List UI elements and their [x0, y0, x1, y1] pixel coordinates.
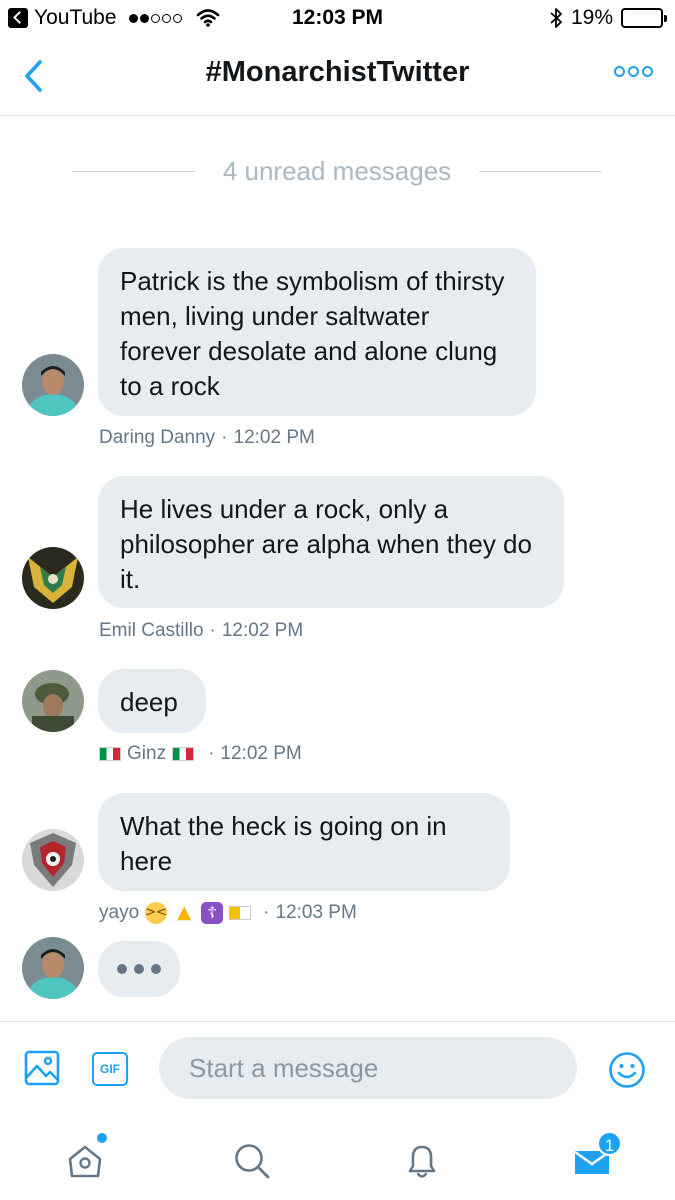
- typing-indicator: [98, 941, 180, 997]
- message-meta: yayo >< ▲ ☦ · 12:03 PM: [99, 902, 357, 924]
- more-options-icon[interactable]: [614, 66, 653, 77]
- meta-separator: ·: [263, 902, 270, 923]
- triumph-face-emoji-icon: ><: [145, 902, 168, 924]
- message-meta: Emil Castillo · 12:02 PM: [99, 620, 303, 642]
- orthodox-cross-emoji-icon: ☦: [201, 902, 224, 924]
- conversation-title: #MonarchistTwitter: [205, 56, 470, 88]
- sender-name[interactable]: Daring Danny: [99, 427, 215, 449]
- sender-name[interactable]: yayo: [99, 902, 139, 924]
- battery-percent: 19%: [570, 6, 613, 29]
- divider-line: [479, 171, 602, 172]
- conversation-header: #MonarchistTwitter: [0, 38, 675, 116]
- vatican-flag-icon: [229, 906, 252, 920]
- avatar[interactable]: [22, 829, 84, 891]
- unread-count-label: 4 unread messages: [222, 156, 452, 186]
- messages-badge: 1: [597, 1131, 622, 1156]
- message-bubble[interactable]: He lives under a rock, only a philosophe…: [98, 476, 564, 608]
- sender-name[interactable]: Ginz: [127, 743, 166, 765]
- emoji-icon[interactable]: [608, 1051, 646, 1089]
- avatar[interactable]: [22, 547, 84, 609]
- message-composer: GIF: [0, 1021, 675, 1115]
- avatar[interactable]: [22, 354, 84, 416]
- message-time: 12:02 PM: [220, 743, 302, 764]
- gif-button[interactable]: GIF: [92, 1052, 128, 1086]
- praying-hands-emoji-icon: ▲: [177, 902, 192, 923]
- bluetooth-icon: [550, 8, 562, 28]
- message-time: 12:03 PM: [275, 902, 357, 923]
- message-time: 12:02 PM: [233, 427, 315, 448]
- message-input[interactable]: [159, 1037, 577, 1099]
- tab-notifications[interactable]: [392, 1131, 452, 1191]
- tab-messages[interactable]: 1: [562, 1131, 622, 1191]
- status-right: 19%: [549, 6, 667, 30]
- status-bar: YouTube 12:03 PM 19%: [0, 0, 675, 38]
- tab-home[interactable]: [55, 1131, 115, 1191]
- sender-name[interactable]: Emil Castillo: [99, 620, 204, 642]
- search-icon: [235, 1144, 270, 1179]
- battery-icon: [621, 8, 667, 28]
- divider-line: [72, 171, 195, 172]
- message-time: 12:02 PM: [221, 620, 304, 641]
- message-bubble[interactable]: What the heck is going on in here: [98, 793, 510, 891]
- bell-icon: [408, 1145, 436, 1178]
- italy-flag-icon: [172, 747, 195, 761]
- home-new-dot: [97, 1133, 107, 1143]
- message-bubble[interactable]: deep: [98, 669, 206, 733]
- tab-bar: 1: [0, 1115, 675, 1200]
- home-icon: [68, 1145, 102, 1178]
- meta-separator: ·: [221, 427, 228, 448]
- tab-search[interactable]: [222, 1131, 282, 1191]
- avatar[interactable]: [22, 670, 84, 732]
- italy-flag-icon: [99, 747, 121, 761]
- unread-divider: 4 unread messages: [72, 156, 602, 187]
- message-meta: Ginz · 12:02 PM: [99, 743, 302, 765]
- meta-separator: ·: [209, 620, 216, 641]
- image-icon[interactable]: [24, 1050, 60, 1086]
- message-meta: Daring Danny · 12:02 PM: [99, 427, 315, 449]
- avatar[interactable]: [22, 937, 84, 999]
- message-bubble[interactable]: Patrick is the symbolism of thirsty men,…: [98, 248, 536, 416]
- meta-separator: ·: [208, 743, 215, 764]
